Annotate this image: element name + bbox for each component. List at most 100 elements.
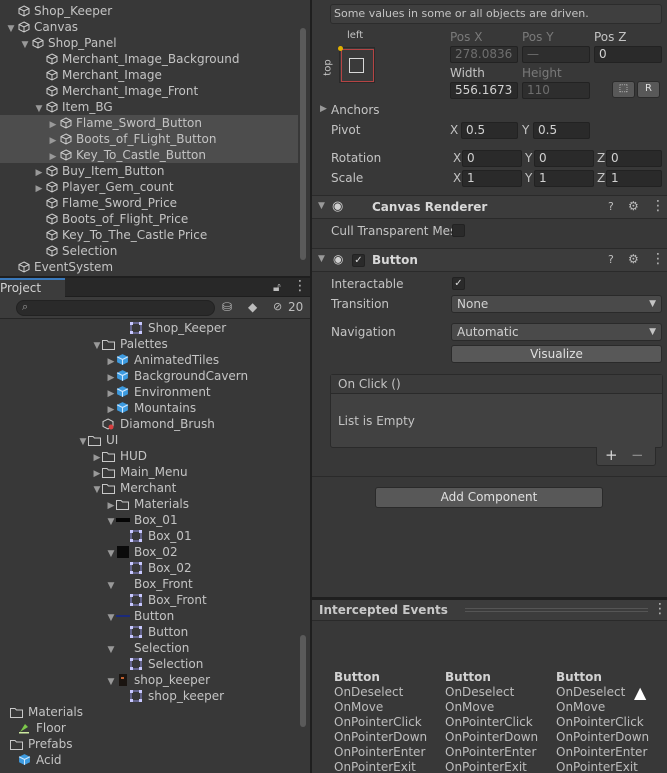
hierarchy-item-label: Boots_of_Flight_Price xyxy=(62,212,189,226)
project-item[interactable]: Prefabs xyxy=(0,736,298,752)
project-item[interactable]: ▼ Box_Front xyxy=(0,576,298,592)
folder-icon xyxy=(102,450,116,462)
rotation-x-field[interactable]: 0 xyxy=(462,150,522,167)
width-field[interactable]: 556.1673 xyxy=(450,82,518,99)
gameobject-icon xyxy=(60,117,72,129)
pos-z-field[interactable]: 0 xyxy=(594,46,662,63)
project-item[interactable]: ▼ Merchant xyxy=(0,480,298,496)
context-menu-icon[interactable]: ⋮ xyxy=(651,251,665,267)
hierarchy-item[interactable]: Merchant_Image_Background xyxy=(0,51,298,67)
hierarchy-item[interactable]: Shop_Keeper xyxy=(0,3,298,19)
pos-x-field[interactable]: 278.0836 xyxy=(450,46,518,63)
project-item[interactable]: Button xyxy=(0,624,298,640)
project-item[interactable]: ▶ Materials xyxy=(0,496,298,512)
hierarchy-item[interactable]: ▶ Player_Gem_count xyxy=(0,179,298,195)
preset-sliders-icon[interactable]: ⚙︎ xyxy=(628,252,639,266)
project-item[interactable]: ▶ HUD xyxy=(0,448,298,464)
menu-dots-icon[interactable]: ⋮ xyxy=(293,278,307,294)
hierarchy-item[interactable]: Merchant_Image_Front xyxy=(0,83,298,99)
hierarchy-item[interactable]: ▼ Shop_Panel xyxy=(0,35,298,51)
hierarchy-item[interactable]: ▶ Boots_of_FLight_Button xyxy=(0,131,298,147)
project-item[interactable]: Materials xyxy=(0,704,298,720)
project-item[interactable]: Selection xyxy=(0,656,298,672)
lock-icon[interactable]: 🔓︎ xyxy=(273,280,281,295)
project-item[interactable]: Floor xyxy=(0,720,298,736)
hierarchy-scrollbar[interactable] xyxy=(300,28,306,260)
project-item[interactable]: Diamond_Brush xyxy=(0,416,298,432)
list-empty-text: List is Empty xyxy=(338,414,415,428)
project-item[interactable]: ▼ Palettes xyxy=(0,336,298,352)
context-menu-icon[interactable]: ⋮ xyxy=(653,601,667,617)
project-item[interactable]: ▼ Button xyxy=(0,608,298,624)
add-component-button[interactable]: Add Component xyxy=(375,487,603,508)
prefab-icon xyxy=(18,753,32,765)
project-item[interactable]: ▼ Box_01 xyxy=(0,512,298,528)
project-item[interactable]: ▶ AnimatedTiles xyxy=(0,352,298,368)
gameobject-icon xyxy=(46,69,58,81)
project-search-field[interactable]: ⌕ xyxy=(16,300,215,316)
anchor-preset-button[interactable] xyxy=(338,46,375,83)
context-menu-icon[interactable]: ⋮ xyxy=(651,198,665,214)
interactable-checkbox[interactable]: ✓ xyxy=(452,277,465,290)
hierarchy-item[interactable]: ▶ Key_To_Castle_Button xyxy=(0,147,298,163)
project-item[interactable]: ▼ shop_keeper xyxy=(0,672,298,688)
project-item[interactable]: Box_01 xyxy=(0,528,298,544)
help-icon[interactable]: ? xyxy=(608,200,614,213)
pivot-x-field[interactable]: 0.5 xyxy=(461,122,518,139)
project-scrollbar[interactable] xyxy=(300,635,306,727)
hierarchy-item[interactable]: ▼ Item_BG xyxy=(0,99,298,115)
hidden-eye-icon[interactable]: ⊘ xyxy=(273,300,282,313)
hierarchy-item[interactable]: EventSystem xyxy=(0,259,298,275)
label-tag-icon[interactable]: ◆ xyxy=(248,300,257,314)
hierarchy-item[interactable]: ▼ Canvas xyxy=(0,19,298,35)
height-field[interactable]: 110 xyxy=(522,82,590,99)
hierarchy-item[interactable]: Selection xyxy=(0,243,298,259)
transition-dropdown[interactable]: None ▼ xyxy=(451,295,662,313)
folder-icon xyxy=(10,706,24,718)
blueprint-mode-button[interactable]: ⬚ xyxy=(612,81,635,98)
pivot-y-field[interactable]: 0.5 xyxy=(533,122,590,139)
project-item[interactable]: ▶ Mountains xyxy=(0,400,298,416)
project-item[interactable]: ▶ Main_Menu xyxy=(0,464,298,480)
scale-z-field[interactable]: 1 xyxy=(606,170,662,187)
project-item[interactable]: Acid xyxy=(0,752,298,768)
hierarchy-item[interactable]: Boots_of_Flight_Price xyxy=(0,211,298,227)
canvas-renderer-header[interactable]: ▼ ◉ Canvas Renderer ? ⚙︎ ⋮ xyxy=(312,195,667,219)
hierarchy-item[interactable]: ▶ Flame_Sword_Button xyxy=(0,115,298,131)
help-icon[interactable]: ? xyxy=(608,253,614,266)
project-item[interactable]: ▼ Selection xyxy=(0,640,298,656)
project-item[interactable]: Shop_Keeper xyxy=(0,320,298,336)
preset-sliders-icon[interactable]: ⚙︎ xyxy=(628,199,639,213)
project-item[interactable]: ▼ UI xyxy=(0,432,298,448)
visualize-button[interactable]: Visualize xyxy=(451,345,662,363)
project-item[interactable]: Box_02 xyxy=(0,560,298,576)
raw-edit-button[interactable]: R xyxy=(637,81,660,98)
project-item[interactable]: ▼ Box_02 xyxy=(0,544,298,560)
cull-transparent-checkbox[interactable] xyxy=(452,224,465,237)
hierarchy-item[interactable]: Merchant_Image xyxy=(0,67,298,83)
hierarchy-item-label: Flame_Sword_Button xyxy=(76,116,202,130)
scale-y-field[interactable]: 1 xyxy=(534,170,594,187)
rotation-y-field[interactable]: 0 xyxy=(534,150,594,167)
project-item[interactable]: ▶ BackgroundCavern xyxy=(0,368,298,384)
pos-y-field[interactable]: — xyxy=(522,46,590,63)
project-item[interactable]: Box_Front xyxy=(0,592,298,608)
navigation-dropdown[interactable]: Automatic ▼ xyxy=(451,323,662,341)
scale-x-field[interactable]: 1 xyxy=(462,170,522,187)
filter-type-icon[interactable]: ⛁ xyxy=(222,300,232,314)
hierarchy-item[interactable]: Flame_Sword_Price xyxy=(0,195,298,211)
project-item-label: Prefabs xyxy=(28,737,73,751)
project-item[interactable]: ▶ Environment xyxy=(0,384,298,400)
rotation-z-field[interactable]: 0 xyxy=(606,150,662,167)
button-component-header[interactable]: ▼ ◉ ✓ Button ? ⚙︎ ⋮ xyxy=(312,248,667,272)
remove-event-button[interactable]: − xyxy=(631,446,644,464)
hierarchy-item[interactable]: ▶ Buy_Item_Button xyxy=(0,163,298,179)
project-tab[interactable]: Project xyxy=(0,278,65,297)
anchors-label[interactable]: Anchors xyxy=(331,103,380,117)
anchors-foldout-arrow[interactable]: ▶ xyxy=(320,104,327,114)
project-item[interactable]: shop_keeper xyxy=(0,688,298,704)
hierarchy-item[interactable]: Key_To_The_Castle Price xyxy=(0,227,298,243)
gameobject-icon xyxy=(46,101,58,113)
add-event-button[interactable]: + xyxy=(605,446,618,464)
button-enabled-checkbox[interactable]: ✓ xyxy=(352,254,365,267)
